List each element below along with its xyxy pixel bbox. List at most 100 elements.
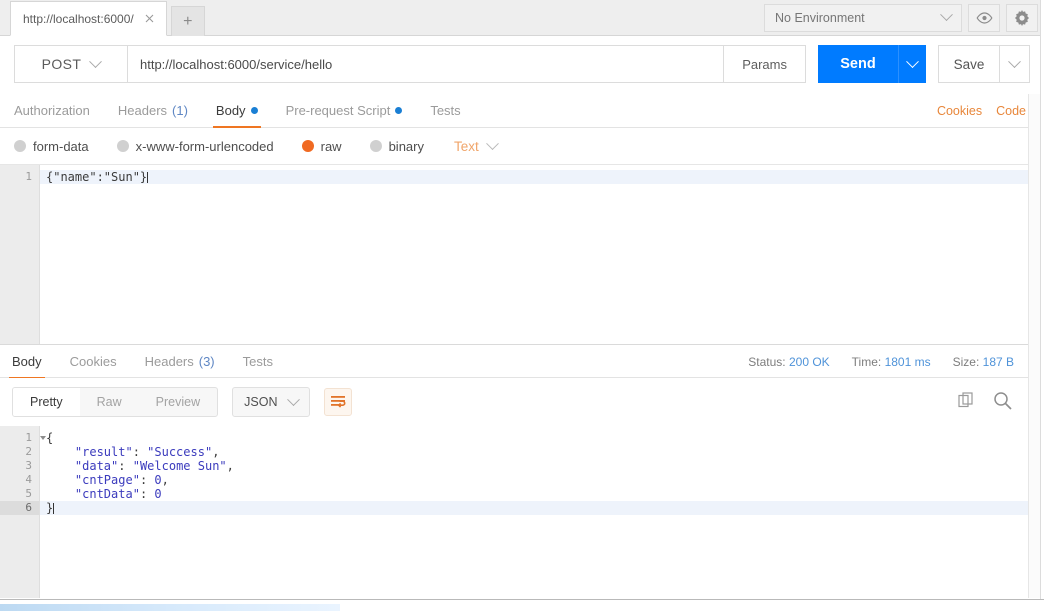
response-view-pretty[interactable]: Pretty: [13, 388, 80, 416]
url-input[interactable]: http://localhost:6000/service/hello: [127, 45, 725, 83]
copy-button[interactable]: [958, 392, 975, 412]
code-line: "data": "Welcome Sun",: [74, 459, 234, 473]
response-tab-headers[interactable]: Headers (3): [145, 345, 215, 378]
code-line: "cntData": 0: [74, 487, 162, 501]
environment-quick-look-button[interactable]: [968, 3, 1000, 32]
horizontal-scrollbar[interactable]: [0, 604, 340, 611]
tab-body[interactable]: Body: [212, 94, 261, 128]
settings-button[interactable]: [1006, 3, 1038, 32]
request-body-editor[interactable]: 1 {"name":"Sun"}: [0, 164, 1028, 344]
size-value: 187 B: [982, 354, 1014, 369]
json-value: 0: [154, 473, 162, 487]
response-editor-code[interactable]: { "result": "Success", "data": "Welcome …: [40, 426, 1028, 598]
line-number: 6: [0, 501, 39, 515]
raw-format-selector[interactable]: Text: [454, 136, 499, 154]
body-type-urlencoded-label: x-www-form-urlencoded: [135, 138, 274, 154]
json-value: "Welcome Sun": [132, 459, 227, 473]
body-type-form-data-label: form-data: [33, 138, 89, 154]
body-type-binary[interactable]: binary: [369, 139, 424, 154]
response-view-preview[interactable]: Preview: [139, 388, 217, 416]
time-value: 1801 ms: [884, 354, 931, 369]
chevron-down-icon: [485, 136, 499, 150]
params-button[interactable]: Params: [724, 45, 806, 83]
body-type-urlencoded[interactable]: x-www-form-urlencoded: [116, 138, 274, 154]
request-editor-code[interactable]: {"name":"Sun"}: [40, 165, 1028, 344]
code-line: }: [40, 501, 1028, 515]
json-key: "data": [74, 459, 119, 473]
postman-window: http://localhost:6000/ + No Environment: [0, 0, 1044, 611]
cookies-link[interactable]: Cookies: [937, 104, 982, 118]
response-view-raw-label: Raw: [96, 395, 122, 409]
http-method-selector[interactable]: POST: [14, 45, 127, 83]
response-tab-tests[interactable]: Tests: [243, 345, 273, 378]
response-tab-body[interactable]: Body: [9, 345, 45, 379]
json-trail: ,: [212, 445, 220, 459]
status-value: 200 OK: [788, 354, 830, 369]
response-tab-cookies[interactable]: Cookies: [70, 345, 117, 378]
raw-format-label: Text: [454, 138, 479, 154]
tab-tests[interactable]: Tests: [430, 94, 460, 127]
response-format-selector[interactable]: JSON: [232, 387, 311, 417]
tab-authorization[interactable]: Authorization: [14, 94, 90, 127]
radio-icon: [116, 140, 129, 152]
wrap-text-icon: [331, 396, 346, 408]
url-input-value: http://localhost:6000/service/hello: [140, 56, 333, 72]
wrap-text-button[interactable]: [324, 388, 353, 416]
tab-body-label: Body: [215, 103, 246, 118]
response-tab-headers-label: Headers: [144, 353, 194, 369]
send-button[interactable]: Send: [818, 45, 898, 83]
line-number: 3: [25, 459, 32, 472]
tab-pre-request-script[interactable]: Pre-request Script: [286, 94, 403, 127]
environment-selector[interactable]: No Environment: [764, 3, 962, 32]
response-meta: Status: 200 OK Time: 1801 ms Size: 187 B: [748, 345, 1014, 378]
tab-headers-label: Headers: [117, 103, 168, 118]
tab-tests-label: Tests: [430, 103, 461, 118]
json-key: "cntData": [74, 487, 140, 501]
search-button[interactable]: [993, 391, 1012, 413]
send-button-group: Send: [818, 45, 926, 83]
url-bar: POST http://localhost:6000/service/hello…: [0, 36, 1044, 92]
size-metric: Size: 187 B: [953, 355, 1014, 369]
code-line: {"name":"Sun"}: [40, 170, 1028, 184]
body-type-raw-label: raw: [320, 138, 342, 154]
body-type-form-data[interactable]: form-data: [14, 139, 89, 154]
response-view-raw[interactable]: Raw: [80, 388, 139, 416]
body-type-raw[interactable]: raw: [301, 138, 342, 154]
response-view-preview-label: Preview: [155, 395, 201, 409]
request-editor-gutter: 1: [0, 165, 40, 344]
params-label: Params: [742, 56, 787, 72]
line-number: 5: [25, 487, 32, 500]
response-toolbar: Pretty Raw Preview JSON: [0, 378, 1028, 426]
save-button[interactable]: Save: [938, 45, 1000, 83]
save-button-group: Save: [938, 45, 1030, 83]
code-link[interactable]: Code: [996, 104, 1026, 118]
chevron-down-icon: [1008, 54, 1021, 68]
response-section-tabs: Body Cookies Headers (3) Tests Status: 2…: [0, 344, 1028, 379]
line-number: 1: [25, 170, 32, 183]
chevron-down-icon: [89, 54, 103, 68]
request-section-tabs: Authorization Headers (1) Body Pre-reque…: [0, 94, 1044, 128]
save-label: Save: [953, 56, 985, 72]
response-toolbar-actions: [958, 378, 1012, 426]
code-line: "cntPage": 0,: [74, 473, 169, 487]
copy-icon: [958, 392, 973, 408]
save-options-button[interactable]: [1000, 45, 1030, 83]
code-line: {: [40, 431, 1028, 445]
code-line-text: }: [46, 501, 54, 515]
tab-headers[interactable]: Headers (1): [118, 94, 188, 127]
response-tab-cookies-label: Cookies: [69, 353, 117, 369]
time-label: Time:: [851, 354, 882, 369]
response-tab-tests-label: Tests: [242, 353, 273, 369]
send-options-button[interactable]: [898, 45, 926, 83]
request-tab[interactable]: http://localhost:6000/: [10, 1, 167, 36]
line-number: 2: [25, 445, 32, 458]
line-number: 4: [25, 473, 32, 486]
response-body-editor[interactable]: 1 2 3 4 5 6 { "result": "Success", "data…: [0, 426, 1028, 598]
close-icon[interactable]: [142, 11, 158, 27]
modified-dot-icon: [395, 107, 403, 114]
radio-icon: [369, 140, 382, 152]
response-view-pretty-label: Pretty: [30, 395, 63, 409]
new-tab-button[interactable]: +: [170, 6, 205, 36]
code-line: "result": "Success",: [74, 445, 220, 459]
json-key: "cntPage": [74, 473, 140, 487]
